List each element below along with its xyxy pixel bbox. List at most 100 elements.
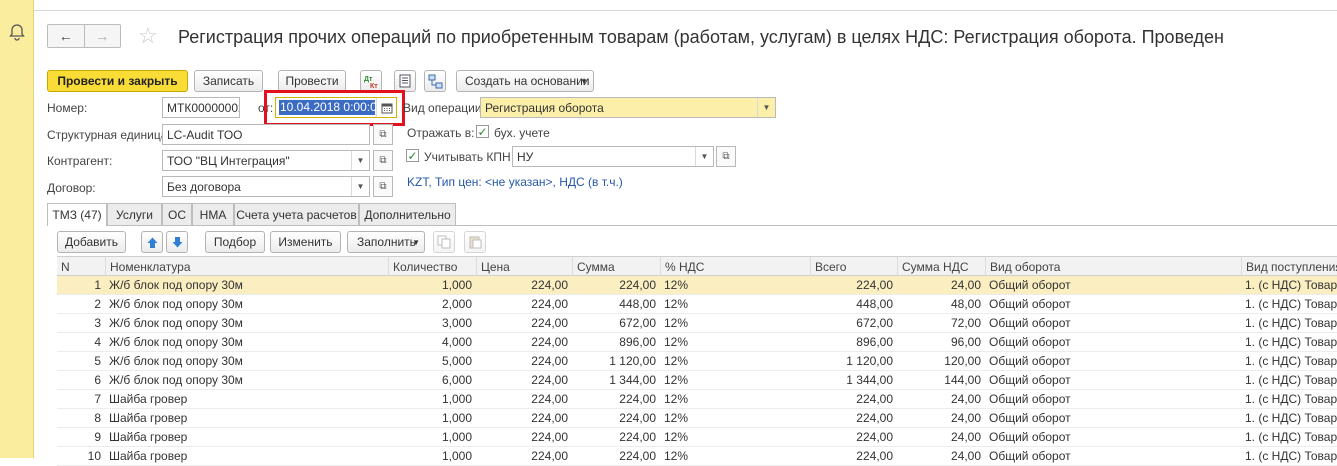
turnover-type-cell[interactable]: Общий оборот xyxy=(985,314,1241,333)
table-row[interactable]: 3 Ж/б блок под опору 30м 3,000 224,00 672,00… xyxy=(57,314,1337,333)
column-header[interactable]: Всего xyxy=(810,257,897,277)
nomenclature-cell[interactable]: Ж/б блок под опору 30м xyxy=(105,314,388,333)
turnover-type-cell[interactable]: Общий оборот xyxy=(985,409,1241,428)
total-cell[interactable]: 224,00 xyxy=(810,409,897,428)
vat-rate-cell[interactable]: 12% xyxy=(660,352,810,371)
row-number[interactable]: 1 xyxy=(57,276,105,295)
contract-field[interactable]: Без договора ▼ xyxy=(162,176,370,197)
sum-cell[interactable]: 224,00 xyxy=(572,276,660,295)
row-number[interactable]: 9 xyxy=(57,428,105,447)
price-cell[interactable]: 224,00 xyxy=(476,409,572,428)
dropdown-arrow-icon[interactable]: ▼ xyxy=(351,177,369,196)
total-cell[interactable]: 672,00 xyxy=(810,314,897,333)
vat-rate-cell[interactable]: 12% xyxy=(660,371,810,390)
sum-cell[interactable]: 1 344,00 xyxy=(572,371,660,390)
nomenclature-cell[interactable]: Ж/б блок под опору 30м xyxy=(105,352,388,371)
row-number[interactable]: 4 xyxy=(57,333,105,352)
turnover-type-cell[interactable]: Общий оборот xyxy=(985,333,1241,352)
column-header[interactable]: Номенклатура xyxy=(105,257,388,277)
receipt-type-cell[interactable]: 1. (с НДС) Товары xyxy=(1241,371,1337,390)
row-number[interactable]: 5 xyxy=(57,352,105,371)
vat-rate-cell[interactable]: 12% xyxy=(660,314,810,333)
quantity-cell[interactable]: 1,000 xyxy=(388,276,476,295)
post-button[interactable]: Провести xyxy=(278,70,346,92)
vat-rate-cell[interactable]: 12% xyxy=(660,447,810,466)
column-header[interactable]: Количество xyxy=(388,257,476,277)
receipt-type-cell[interactable]: 1. (с НДС) Товары xyxy=(1241,447,1337,466)
column-header[interactable]: % НДС xyxy=(660,257,810,277)
table-row[interactable]: 10 Шайба гровер 1,000 224,00 224,00 12% 224,00… xyxy=(57,447,1337,466)
receipt-type-cell[interactable]: 1. (с НДС) Товары xyxy=(1241,352,1337,371)
vat-sum-cell[interactable]: 24,00 xyxy=(897,409,985,428)
price-cell[interactable]: 224,00 xyxy=(476,352,572,371)
turnover-type-cell[interactable]: Общий оборот xyxy=(985,276,1241,295)
total-cell[interactable]: 1 120,00 xyxy=(810,352,897,371)
row-number[interactable]: 7 xyxy=(57,390,105,409)
turnover-type-cell[interactable]: Общий оборот xyxy=(985,390,1241,409)
tab-services[interactable]: Услуги xyxy=(107,203,162,225)
vat-sum-cell[interactable]: 48,00 xyxy=(897,295,985,314)
kpn-checkbox[interactable]: ✓ xyxy=(406,149,419,162)
nomenclature-cell[interactable]: Ж/б блок под опору 30м xyxy=(105,276,388,295)
table-row[interactable]: 2 Ж/б блок под опору 30м 2,000 224,00 448,00… xyxy=(57,295,1337,314)
dropdown-arrow-icon[interactable]: ▼ xyxy=(757,98,775,117)
bell-icon[interactable] xyxy=(8,23,26,41)
vat-sum-cell[interactable]: 72,00 xyxy=(897,314,985,333)
favorite-star-icon[interactable]: ☆ xyxy=(138,24,158,48)
tab-fixed-assets[interactable]: ОС xyxy=(162,203,192,225)
nomenclature-cell[interactable]: Шайба гровер xyxy=(105,447,388,466)
total-cell[interactable]: 224,00 xyxy=(810,447,897,466)
operation-type-field[interactable]: Регистрация оборота ▼ xyxy=(480,97,776,118)
price-cell[interactable]: 224,00 xyxy=(476,333,572,352)
kpn-field[interactable]: НУ ▼ xyxy=(512,146,714,167)
table-row[interactable]: 1 Ж/б блок под опору 30м 1,000 224,00 224,00… xyxy=(57,276,1337,295)
number-field[interactable]: МТК00000002 xyxy=(162,97,240,118)
sum-cell[interactable]: 896,00 xyxy=(572,333,660,352)
turnover-type-cell[interactable]: Общий оборот xyxy=(985,428,1241,447)
counterparty-field[interactable]: ТОО "ВЦ Интеграция" ▼ xyxy=(162,150,370,171)
vat-sum-cell[interactable]: 120,00 xyxy=(897,352,985,371)
move-up-button[interactable] xyxy=(141,231,163,253)
unit-field[interactable]: LC-Audit ТОО xyxy=(162,124,370,145)
quantity-cell[interactable]: 1,000 xyxy=(388,447,476,466)
quantity-cell[interactable]: 4,000 xyxy=(388,333,476,352)
copy-button[interactable] xyxy=(433,231,455,253)
vat-rate-cell[interactable]: 12% xyxy=(660,333,810,352)
quantity-cell[interactable]: 6,000 xyxy=(388,371,476,390)
dropdown-arrow-icon[interactable]: ▼ xyxy=(695,147,713,166)
total-cell[interactable]: 224,00 xyxy=(810,276,897,295)
open-counterparty-button[interactable]: ⧉ xyxy=(373,150,393,171)
table-row[interactable]: 5 Ж/б блок под опору 30м 5,000 224,00 1 120,… xyxy=(57,352,1337,371)
pick-button[interactable]: Подбор xyxy=(205,231,265,253)
table-row[interactable]: 4 Ж/б блок под опору 30м 4,000 224,00 896,00… xyxy=(57,333,1337,352)
sum-cell[interactable]: 1 120,00 xyxy=(572,352,660,371)
paste-button[interactable] xyxy=(464,231,486,253)
price-cell[interactable]: 224,00 xyxy=(476,314,572,333)
structure-button[interactable] xyxy=(424,70,446,92)
add-row-button[interactable]: Добавить xyxy=(57,231,126,253)
vat-sum-cell[interactable]: 96,00 xyxy=(897,333,985,352)
column-header[interactable]: N xyxy=(57,257,105,277)
turnover-type-cell[interactable]: Общий оборот xyxy=(985,295,1241,314)
sum-cell[interactable]: 224,00 xyxy=(572,428,660,447)
price-cell[interactable]: 224,00 xyxy=(476,428,572,447)
table-row[interactable]: 9 Шайба гровер 1,000 224,00 224,00 12% 224,00 2… xyxy=(57,428,1337,447)
receipt-type-cell[interactable]: 1. (с НДС) Товары xyxy=(1241,314,1337,333)
column-header[interactable]: Сумма xyxy=(572,257,660,277)
column-header[interactable]: Вид оборота xyxy=(985,257,1241,277)
open-unit-button[interactable]: ⧉ xyxy=(373,124,393,145)
quantity-cell[interactable]: 1,000 xyxy=(388,428,476,447)
sum-cell[interactable]: 224,00 xyxy=(572,447,660,466)
table-row[interactable]: 8 Шайба гровер 1,000 224,00 224,00 12% 224,00 2… xyxy=(57,409,1337,428)
total-cell[interactable]: 1 344,00 xyxy=(810,371,897,390)
receipt-type-cell[interactable]: 1. (с НДС) Товары xyxy=(1241,333,1337,352)
quantity-cell[interactable]: 5,000 xyxy=(388,352,476,371)
move-down-button[interactable] xyxy=(166,231,188,253)
nomenclature-cell[interactable]: Ж/б блок под опору 30м xyxy=(105,371,388,390)
turnover-type-cell[interactable]: Общий оборот xyxy=(985,447,1241,466)
column-header[interactable]: Вид поступления xyxy=(1241,257,1337,277)
vat-rate-cell[interactable]: 12% xyxy=(660,295,810,314)
price-cell[interactable]: 224,00 xyxy=(476,295,572,314)
table-row[interactable]: 6 Ж/б блок под опору 30м 6,000 224,00 1 344,… xyxy=(57,371,1337,390)
nomenclature-cell[interactable]: Ж/б блок под опору 30м xyxy=(105,295,388,314)
